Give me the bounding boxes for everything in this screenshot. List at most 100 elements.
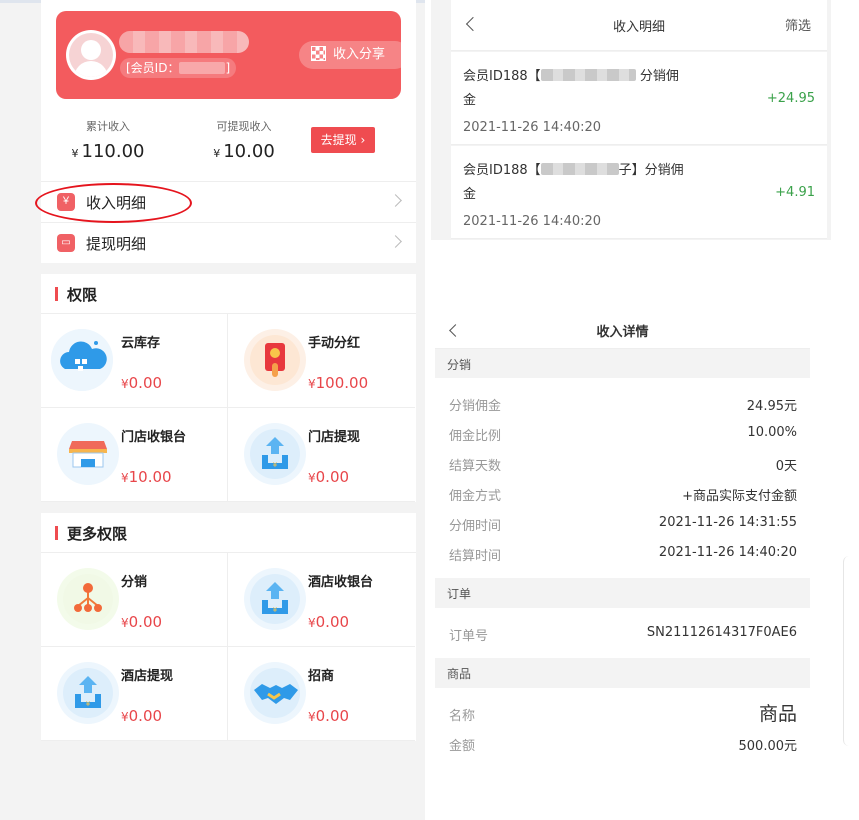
income-item-amount: +4.91 [775, 185, 815, 200]
detail-row-settlement-days: 结算天数 0天 [449, 455, 797, 474]
currency-symbol: ¥ [121, 377, 129, 391]
detail-row-product-amount: 金额 500.00元 [449, 735, 797, 754]
section-title: 权限 [67, 286, 98, 304]
page-title: 收入明细 [612, 20, 665, 35]
income-title-prefix: 会员ID188【 [463, 163, 541, 178]
stat-withdrawable-income: 可提现收入 ¥10.00 [189, 118, 299, 162]
permission-merchant-recruit[interactable]: 招商 ¥0.00 [228, 647, 415, 741]
permission-name: 招商 [308, 669, 335, 684]
redacted-text [540, 69, 636, 81]
svg-text:¥: ¥ [273, 461, 278, 469]
amount: 0.00 [128, 613, 163, 631]
income-list-navbar: 收入明细 筛选 [451, 0, 827, 51]
section-title: 更多权限 [67, 525, 128, 543]
group-product: 名称 商品 金额 500.00元 [435, 688, 810, 769]
permission-value: ¥0.00 [308, 613, 349, 631]
stat-number: 110.00 [81, 141, 145, 162]
detail-value: 商品 [758, 703, 797, 725]
permission-name: 酒店收银台 [308, 575, 374, 590]
detail-key: 佣金比例 [449, 429, 502, 444]
qr-code-icon [311, 46, 326, 61]
stat-label: 可提现收入 [216, 120, 272, 133]
permissions-section: 权限 云库存 ¥0.00 手动分红 ¥100.00 门店收银台 ¥10.00 ¥… [41, 274, 416, 502]
detail-row-commission-time: 分佣时间 2021-11-26 14:31:55 [449, 515, 797, 534]
menu-item-income-details[interactable]: ￥ 收入明细 [41, 181, 416, 222]
detail-value: 500.00元 [738, 739, 798, 754]
group-distribution: 分销佣金 24.95元 佣金比例 10.00% 结算天数 0天 佣金方式 +商品实际支付… [435, 378, 810, 578]
permission-distribution[interactable]: 分销 ¥0.00 [41, 553, 228, 647]
currency-symbol: ¥ [213, 147, 221, 160]
income-share-label: 收入分享 [333, 47, 386, 62]
amount: 0.00 [128, 374, 163, 392]
side-panel-edge [843, 556, 859, 746]
svg-text:¥: ¥ [86, 700, 91, 708]
svg-text:¥: ¥ [273, 606, 278, 614]
detail-row-commission-rate: 佣金比例 10.00% [449, 425, 797, 444]
income-title-suffix: 分销佣 [639, 69, 679, 84]
currency-symbol: ¥ [308, 377, 316, 391]
menu-item-withdraw-details[interactable]: ▭ 提现明细 [41, 222, 416, 263]
member-id: [会员ID：] [120, 58, 237, 78]
avatar-placeholder-icon [69, 33, 113, 77]
detail-row-commission-method: 佣金方式 +商品实际支付金额 [449, 485, 797, 504]
detail-row-product-name: 名称 商品 [449, 703, 797, 725]
group-order: 订单号 SN21112614317F0AE6 [435, 608, 810, 658]
withdraw-button[interactable]: 去提现 › [311, 127, 375, 153]
currency-symbol: ¥ [308, 471, 316, 485]
income-share-button[interactable]: 收入分享 [299, 41, 401, 69]
permission-value: ¥0.00 [121, 374, 162, 392]
stat-value: ¥10.00 [189, 141, 299, 162]
withdraw-upload-icon: ¥ [244, 568, 306, 630]
detail-key: 订单号 [449, 629, 489, 644]
withdraw-upload-icon: ¥ [57, 662, 119, 724]
amount: 100.00 [315, 374, 369, 392]
permission-name: 分销 [121, 575, 148, 590]
amount: 0.00 [315, 707, 350, 725]
permission-hotel-cashier[interactable]: ¥ 酒店收银台 ¥0.00 [228, 553, 415, 647]
income-title-line2: 金 [463, 187, 477, 202]
member-id-redacted [179, 62, 226, 74]
income-title-line2: 金 [463, 93, 477, 108]
member-id-suffix: ] [225, 61, 231, 75]
money-bag-icon: ￥ [57, 193, 75, 211]
permission-hotel-withdraw[interactable]: ¥ 酒店提现 ¥0.00 [41, 647, 228, 741]
permission-store-withdraw[interactable]: ¥ 门店提现 ¥0.00 [228, 408, 415, 502]
distribution-tree-icon [57, 568, 119, 630]
more-permissions-section: 更多权限 分销 ¥0.00 ¥ 酒店收银台 ¥0.00 ¥ 酒店提现 ¥0.00… [41, 513, 416, 741]
income-detail-screen: 收入详情 分销 分销佣金 24.95元 佣金比例 10.00% 结算天数 0天 佣金方… [435, 316, 810, 769]
detail-value: SN21112614317F0AE6 [646, 625, 797, 640]
wallet-icon: ▭ [57, 234, 75, 252]
permission-name: 手动分红 [308, 336, 361, 351]
section-header: 更多权限 [41, 513, 416, 553]
permission-name: 门店提现 [308, 430, 361, 445]
permission-cloud-stock[interactable]: 云库存 ¥0.00 [41, 314, 228, 408]
permission-value: ¥100.00 [308, 374, 368, 392]
income-list-item[interactable]: 会员ID188【 子】分销佣金 2021-11-26 14:40:20 +4.91 [451, 146, 827, 239]
detail-key: 分销佣金 [449, 399, 502, 414]
store-cashier-icon [57, 423, 119, 485]
group-header-product: 商品 [447, 667, 472, 681]
detail-row-commission: 分销佣金 24.95元 [449, 395, 797, 414]
permission-store-cashier[interactable]: 门店收银台 ¥10.00 [41, 408, 228, 502]
permission-name: 酒店提现 [121, 669, 174, 684]
detail-value: 2021-11-26 14:31:55 [658, 515, 797, 530]
chevron-right-icon [389, 194, 402, 207]
permission-manual-dividend[interactable]: 手动分红 ¥100.00 [228, 314, 415, 408]
avatar[interactable] [66, 30, 116, 80]
income-title-prefix: 会员ID188【 [463, 69, 541, 84]
permission-value: ¥10.00 [121, 468, 172, 486]
detail-key: 佣金方式 [449, 489, 502, 504]
handshake-icon [244, 662, 306, 724]
filter-button[interactable]: 筛选 [785, 15, 811, 34]
withdraw-upload-icon: ¥ [244, 423, 306, 485]
chevron-right-icon: › [360, 133, 366, 147]
income-list-item[interactable]: 会员ID188【 分销佣金 2021-11-26 14:40:20 +24.95 [451, 52, 827, 145]
stat-label: 累计收入 [86, 120, 130, 133]
detail-key: 金额 [449, 739, 476, 754]
stat-value: ¥110.00 [53, 141, 163, 162]
detail-value: 0天 [775, 459, 797, 474]
permission-value: ¥0.00 [308, 468, 349, 486]
amount: 0.00 [315, 468, 350, 486]
detail-value: 10.00% [747, 425, 797, 440]
detail-row-order-number: 订单号 SN21112614317F0AE6 [449, 625, 797, 644]
